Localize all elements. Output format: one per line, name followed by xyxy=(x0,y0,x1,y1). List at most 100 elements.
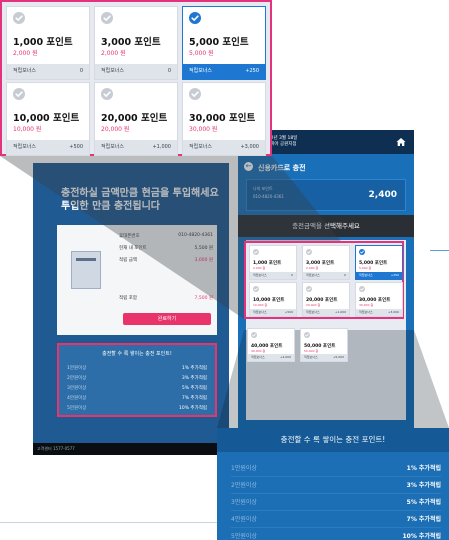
point-option-tile[interactable]: 1,000 포인트 2,000 원 적립보너스 0 xyxy=(249,245,297,280)
bonus-row-label: 1만원이상 xyxy=(231,465,257,472)
point-price: 2,000 원 xyxy=(101,50,126,57)
info-row-phone: 휴대폰번호 010-4820-4361 xyxy=(119,233,213,239)
bonus-bar: 적립보너스 0 xyxy=(7,64,89,79)
point-balance: 2,400 xyxy=(368,190,397,200)
point-amount: 30,000 포인트 xyxy=(189,113,256,124)
point-option-tile[interactable]: 20,000 포인트 20,000 원 적립보너스 +1,000 xyxy=(302,282,350,317)
bonus-bar: 적립보너스 +3,000 xyxy=(356,309,402,316)
bonus-bar: 적립보너스 0 xyxy=(95,64,177,79)
divider-line xyxy=(430,250,449,251)
bonus-label: 적립보너스 xyxy=(306,310,320,314)
bonus-bar: 적립보너스 +500 xyxy=(250,309,296,316)
bonus-label: 적립보너스 xyxy=(359,310,373,314)
bonus-table-zoom: 충전할 수 록 쌓이는 충전 포인트! 1만원이상 1% 추가적립 2만원이상 3%… xyxy=(217,428,449,540)
bonus-value: +250 xyxy=(390,273,399,277)
card-label: 나의 포인트 xyxy=(253,186,273,191)
bonus-value: +4,000 xyxy=(279,355,291,359)
cash-charge-title-line2: 투입한 만큼 충전됩니다 xyxy=(61,201,160,212)
cash-charge-screen: 충전하실 금액만큼 현금을 투입해세요 투입한 만큼 충전됩니다 휴대폰번호 0… xyxy=(33,163,229,455)
check-circle-icon xyxy=(13,88,25,100)
check-circle-icon xyxy=(189,12,201,24)
check-circle-icon xyxy=(101,88,113,100)
point-option-tile[interactable]: 5,000 포인트 5,000 원 적립보너스 +250 xyxy=(355,245,403,280)
point-option-tile[interactable]: 1,000 포인트 2,000 원 적립보너스 0 xyxy=(6,6,90,80)
point-option-tile[interactable]: 30,000 포인트 30,000 원 적립보너스 +3,000 xyxy=(182,82,266,156)
check-circle-icon xyxy=(189,88,201,100)
point-amount: 3,000 포인트 xyxy=(101,37,161,48)
point-option-tile[interactable]: 20,000 포인트 20,000 원 적립보너스 +1,000 xyxy=(94,82,178,156)
check-circle-icon xyxy=(13,12,25,24)
bonus-label: 적립보너스 xyxy=(306,273,320,277)
point-price: 5,000 원 xyxy=(359,266,372,270)
point-option-tile[interactable]: 10,000 포인트 10,000 원 적립보너스 +500 xyxy=(249,282,297,317)
kiosk-ui-collage: 충전하실 금액만큼 현금을 투입해세요 투입한 만큼 충전됩니다 휴대폰번호 0… xyxy=(0,0,449,540)
bonus-bar: 적립보너스 +250 xyxy=(356,272,402,279)
bonus-row: 3만원이상 5% 추가적립 xyxy=(67,385,207,391)
bonus-row-pct: 7% 추가적립 xyxy=(181,396,207,401)
point-price: 10,000 원 xyxy=(253,303,268,307)
point-option-tile[interactable]: 3,000 포인트 2,000 원적립보너스 0 xyxy=(94,6,178,80)
point-grid-zoom: 1,000 포인트 2,000 원적립보너스 0 3,000 포인트 2,000 원적립… xyxy=(0,0,272,156)
point-price: 40,000 원 xyxy=(251,349,266,353)
point-option-tile[interactable]: 30,000 포인트 30,000 원 적립보너스 +3,000 xyxy=(355,282,403,317)
bonus-row-pct: 3% 추가적립 xyxy=(406,482,441,489)
bonus-row: 1만원이상 1% 추가적립 xyxy=(231,460,441,477)
bonus-value: +500 xyxy=(284,310,293,314)
info-row-total: 적립 포함 7,500 원 xyxy=(119,295,213,301)
point-price: 50,000 원 xyxy=(304,349,319,353)
bonus-bar: 적립보너스 +1,000 xyxy=(303,309,349,316)
point-price: 20,000 원 xyxy=(101,126,130,133)
point-amount: 1,000 포인트 xyxy=(13,37,73,48)
bonus-row: 4만원이상 7% 추가적립 xyxy=(67,395,207,401)
check-circle-icon xyxy=(306,286,312,292)
bonus-value: 0 xyxy=(291,273,293,277)
bonus-row-label: 2만원이상 xyxy=(231,482,257,489)
bonus-row-label: 3만원이상 xyxy=(67,386,87,391)
bonus-row-label: 5만원이상 xyxy=(67,406,87,411)
point-price: 20,000 원 xyxy=(306,303,321,307)
bonus-row-pct: 10% 추가적립 xyxy=(179,406,207,411)
bonus-value: +500 xyxy=(69,144,83,150)
bonus-bar: 적립보너스 0 xyxy=(250,272,296,279)
bonus-value: 0 xyxy=(79,68,83,74)
bonus-label: 적립보너스 xyxy=(359,273,373,277)
back-arrow-icon[interactable]: ← xyxy=(244,162,253,171)
bonus-label: 적립보너스 xyxy=(13,144,37,150)
point-grid-small: 1,000 포인트 2,000 원 적립보너스 0 3,000 포인트 2,000 원 적립… xyxy=(244,241,404,319)
select-amount-prompt: 충전금액을 선택해주세요 xyxy=(238,215,414,237)
bonus-row-pct: 10% 추가적립 xyxy=(402,533,441,540)
point-option-tile[interactable]: 50,000 포인트 50,000 원 적립보너스 +5,000 xyxy=(300,328,348,362)
bonus-row: 2만원이상 3% 추가적립 xyxy=(67,375,207,381)
charge-summary-panel: 휴대폰번호 010-4820-4361 현재 내 포인트 5,500 원 적립 … xyxy=(57,225,217,335)
bonus-row: 4만원이상 7% 추가적립 xyxy=(231,511,441,528)
bonus-row-pct: 5% 추가적립 xyxy=(406,499,441,506)
bonus-bar: 적립보너스 0 xyxy=(303,272,349,279)
point-option-tile[interactable]: 5,000 포인트 5,000 원 적립보너스 +250 xyxy=(182,6,266,80)
complete-button[interactable]: 완료하기 xyxy=(123,313,211,325)
bonus-label: 적립보너스 xyxy=(13,68,37,74)
bonus-row-pct: 1% 추가적립 xyxy=(406,465,441,472)
home-icon[interactable] xyxy=(396,137,406,147)
info-row-charge: 적립 금액 3,000 원 xyxy=(119,257,213,263)
bonus-label: 적립보너스 xyxy=(253,273,267,277)
point-option-tile[interactable]: 40,000 포인트 40,000 원 적립보너스 +4,000 xyxy=(247,328,295,362)
bonus-bar: 적립보너스 +1,000 xyxy=(95,140,177,155)
info-label: 휴대폰번호 xyxy=(119,234,140,239)
check-circle-icon xyxy=(306,249,312,255)
bonus-value: 0 xyxy=(344,273,346,277)
bonus-row-label: 2만원이상 xyxy=(67,376,87,381)
bonus-row-label: 1만원이상 xyxy=(67,366,87,371)
bonus-row-pct: 5% 추가적립 xyxy=(181,386,207,391)
point-option-tile[interactable]: 3,000 포인트 2,000 원 적립보너스 0 xyxy=(302,245,350,280)
point-price: 30,000 원 xyxy=(359,303,374,307)
point-option-tile[interactable]: 10,000 포인트 10,000 원 적립보너스 +500 xyxy=(6,82,90,156)
check-circle-icon xyxy=(253,286,259,292)
point-price: 2,000 원 xyxy=(253,266,266,270)
info-value: 5,500 원 xyxy=(194,246,213,251)
bonus-label: 적립보너스 xyxy=(251,355,265,359)
bonus-row-label: 3만원이상 xyxy=(231,499,257,506)
bonus-table-small: 충전할 수 록 쌓이는 충전 포인트! 1만원이상 1% 추가적립 2만원이상 3%… xyxy=(57,343,217,417)
card-number: 010-4820-4361 xyxy=(253,194,284,199)
bonus-bar: 적립보너스 +500 xyxy=(7,140,89,155)
point-grid-extra: 40,000 포인트 40,000 원 적립보너스 +4,000 50,000 포인트 5… xyxy=(244,324,404,372)
